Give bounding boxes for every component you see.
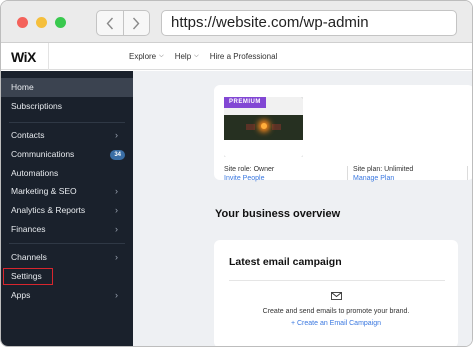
manage-plan-link[interactable]: Manage Plan — [353, 174, 413, 183]
sidebar-item-apps[interactable]: Apps › — [1, 286, 133, 305]
premium-badge: PREMIUM — [224, 97, 266, 108]
site-plan: Site plan: Unlimited Manage Plan — [353, 165, 413, 183]
wix-logo[interactable]: WiX — [11, 49, 36, 65]
top-nav-label: Hire a Professional — [209, 52, 278, 61]
site-plan-label: Site plan: Unlimited — [353, 166, 414, 173]
divider — [467, 166, 468, 180]
sidebar-item-label: Automations — [11, 168, 59, 178]
sidebar-item-label: Apps — [11, 290, 31, 300]
chevron-right-icon: › — [115, 186, 118, 196]
sidebar-item-label: Subscriptions — [11, 101, 63, 111]
top-nav: Explore ⌵ Help ⌵ Hire a Professional — [129, 43, 288, 70]
thumbnail-chair — [272, 124, 281, 130]
chevron-right-icon: › — [115, 130, 118, 140]
history-buttons — [96, 10, 150, 36]
sidebar-item-marketing-seo[interactable]: Marketing & SEO › — [1, 182, 133, 201]
wix-top-bar: WiX Explore ⌵ Help ⌵ Hire a Professional — [1, 43, 472, 70]
envelope-icon — [331, 292, 342, 300]
top-nav-hire-professional[interactable]: Hire a Professional — [210, 52, 278, 61]
maximize-window-button[interactable] — [55, 17, 66, 28]
top-nav-label: Explore — [129, 52, 157, 61]
sidebar-item-home[interactable]: Home — [1, 78, 133, 97]
divider — [48, 43, 49, 70]
back-button[interactable] — [97, 11, 123, 35]
main-content: PREMIUM Site role: Owner Invite People S… — [133, 71, 472, 346]
site-role: Site role: Owner Invite People — [224, 165, 274, 183]
chevron-right-icon: › — [115, 252, 118, 262]
chevron-right-icon: › — [115, 224, 118, 234]
address-bar[interactable]: https://website.com/wp-admin — [161, 10, 457, 36]
sidebar-item-channels[interactable]: Channels › — [1, 248, 133, 267]
sidebar-item-label: Home — [11, 82, 34, 92]
settings-highlight-box — [3, 268, 53, 285]
sidebar-item-label: Channels — [11, 252, 47, 262]
sidebar-item-communications[interactable]: Communications 34 — [1, 145, 133, 164]
sidebar: Home Subscriptions Contacts › Communicati… — [1, 71, 133, 346]
email-campaign-card: Latest email campaign Create and send em… — [214, 240, 458, 346]
browser-toolbar: https://website.com/wp-admin — [1, 1, 472, 43]
chevron-right-icon: › — [115, 290, 118, 300]
close-window-button[interactable] — [17, 17, 28, 28]
thumbnail-footer — [224, 140, 303, 157]
sidebar-item-label: Analytics & Reports — [11, 205, 86, 215]
sidebar-divider — [9, 243, 125, 244]
sidebar-item-label: Marketing & SEO — [11, 186, 77, 196]
site-info-card: PREMIUM Site role: Owner Invite People S… — [214, 85, 472, 183]
sidebar-item-subscriptions[interactable]: Subscriptions — [1, 97, 133, 116]
sidebar-item-automations[interactable]: Automations — [1, 164, 133, 183]
top-nav-label: Help — [174, 52, 192, 61]
divider — [229, 280, 445, 281]
sidebar-item-label: Communications — [11, 149, 75, 159]
thumbnail-fire — [261, 123, 267, 129]
sidebar-item-label: Contacts — [11, 130, 45, 140]
browser-window: https://website.com/wp-admin WiX Explore… — [0, 0, 473, 347]
top-nav-explore[interactable]: Explore ⌵ — [129, 52, 164, 61]
minimize-window-button[interactable] — [36, 17, 47, 28]
notification-badge: 34 — [110, 150, 125, 160]
forward-button[interactable] — [122, 11, 150, 35]
card-description: Create and send emails to promote your b… — [262, 308, 410, 315]
chevron-down-icon: ⌵ — [159, 53, 164, 59]
chevron-right-icon: › — [115, 205, 118, 215]
chevron-left-icon — [106, 17, 113, 29]
thumbnail-chair — [246, 124, 255, 130]
invite-people-link[interactable]: Invite People — [224, 174, 274, 183]
sidebar-item-finances[interactable]: Finances › — [1, 220, 133, 239]
sidebar-item-contacts[interactable]: Contacts › — [1, 126, 133, 145]
section-title: Your business overview — [215, 208, 341, 220]
site-role-label: Site role: Owner — [224, 166, 275, 173]
sidebar-item-label: Finances — [11, 224, 46, 234]
divider — [347, 166, 348, 180]
sidebar-divider — [9, 122, 125, 123]
card-title: Latest email campaign — [229, 256, 342, 268]
create-email-campaign-link[interactable]: + Create an Email Campaign — [214, 320, 458, 327]
sidebar-item-analytics-reports[interactable]: Analytics & Reports › — [1, 201, 133, 220]
chevron-down-icon: ⌵ — [194, 53, 199, 59]
top-nav-help[interactable]: Help ⌵ — [175, 52, 199, 61]
chevron-right-icon — [133, 17, 140, 29]
